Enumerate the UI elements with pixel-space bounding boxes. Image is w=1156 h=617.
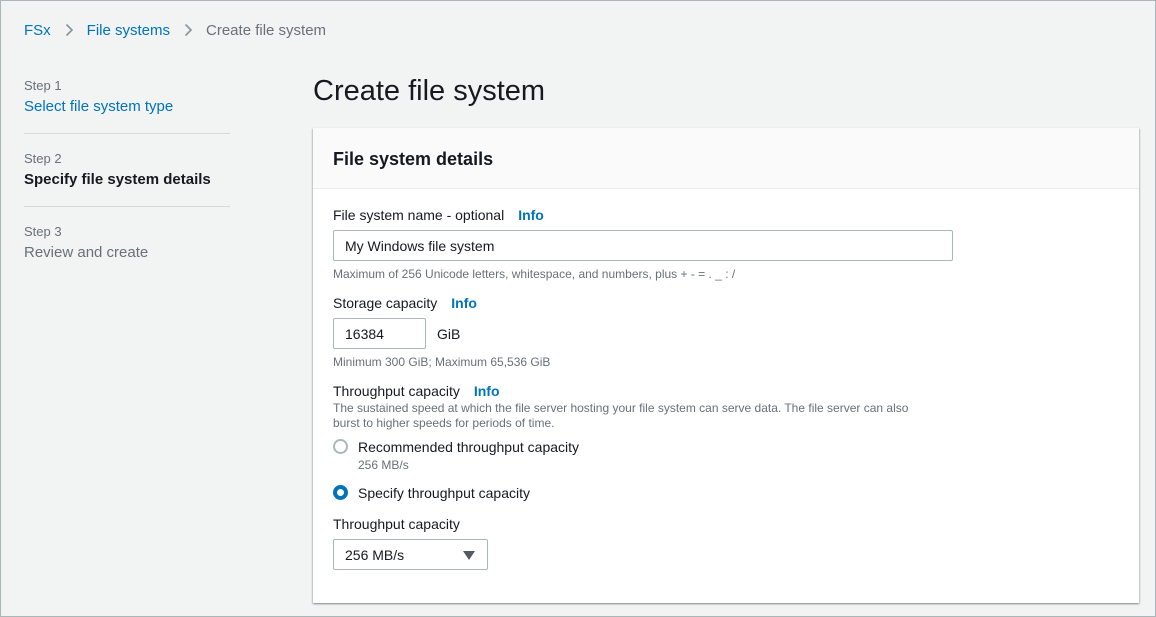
chevron-right-icon	[184, 23, 193, 37]
step-number: Step 2	[24, 151, 62, 166]
fs-name-input[interactable]	[333, 230, 953, 261]
step-number: Step 1	[24, 78, 62, 93]
throughput-description-line-2: burst to higher speeds for periods of ti…	[333, 416, 555, 430]
fs-name-label-row: File system name - optional Info	[333, 206, 544, 224]
caret-down-icon	[463, 547, 475, 563]
wizard-step-3: Step 3 Review and create	[24, 224, 230, 279]
fs-name-info-link[interactable]: Info	[518, 207, 544, 223]
breadcrumb-file-systems[interactable]: File systems	[87, 22, 170, 39]
storage-label-row: Storage capacity Info	[333, 294, 477, 312]
storage-label: Storage capacity	[333, 295, 438, 311]
step-number: Step 3	[24, 224, 62, 239]
radio-recommended-sublabel: 256 MB/s	[358, 458, 409, 472]
step-link-select-type[interactable]: Select file system type	[24, 97, 230, 117]
app-frame: FSx File systems Create file system Step…	[0, 0, 1156, 617]
fs-name-label: File system name - optional	[333, 207, 505, 223]
throughput-info-link[interactable]: Info	[474, 383, 500, 399]
storage-capacity-input[interactable]	[333, 318, 426, 349]
storage-info-link[interactable]: Info	[451, 295, 477, 311]
wizard-step-2: Step 2 Specify file system details	[24, 151, 230, 207]
panel-header: File system details	[313, 128, 1139, 189]
throughput-label-row: Throughput capacity Info	[333, 382, 500, 400]
wizard-steps: Step 1 Select file system type Step 2 Sp…	[24, 78, 230, 296]
radio-recommended-throughput[interactable]	[333, 439, 348, 454]
breadcrumb: FSx File systems Create file system	[24, 20, 326, 40]
throughput-capacity-select[interactable]: 256 MB/s	[333, 539, 488, 570]
radio-recommended-label[interactable]: Recommended throughput capacity	[358, 438, 579, 456]
breadcrumb-current: Create file system	[206, 21, 327, 39]
radio-specify-label[interactable]: Specify throughput capacity	[358, 484, 530, 502]
chevron-right-icon	[65, 23, 74, 37]
step-title-review: Review and create	[24, 244, 149, 261]
radio-specify-throughput[interactable]	[333, 485, 348, 500]
page-title: Create file system	[313, 75, 546, 107]
file-system-details-panel: File system details File system name - o…	[313, 128, 1139, 603]
panel-title: File system details	[333, 149, 494, 169]
storage-hint: Minimum 300 GiB; Maximum 65,536 GiB	[333, 355, 551, 369]
fs-name-hint: Maximum of 256 Unicode letters, whitespa…	[333, 267, 736, 281]
step-current-title: Specify file system details	[24, 171, 211, 188]
throughput-description-line-1: The sustained speed at which the file se…	[333, 401, 909, 415]
throughput-select-label: Throughput capacity	[333, 516, 460, 532]
wizard-step-1: Step 1 Select file system type	[24, 78, 230, 134]
storage-unit: GiB	[437, 326, 461, 342]
throughput-select-value: 256 MB/s	[345, 546, 405, 563]
breadcrumb-fsx[interactable]: FSx	[24, 22, 51, 39]
throughput-label: Throughput capacity	[333, 383, 460, 399]
